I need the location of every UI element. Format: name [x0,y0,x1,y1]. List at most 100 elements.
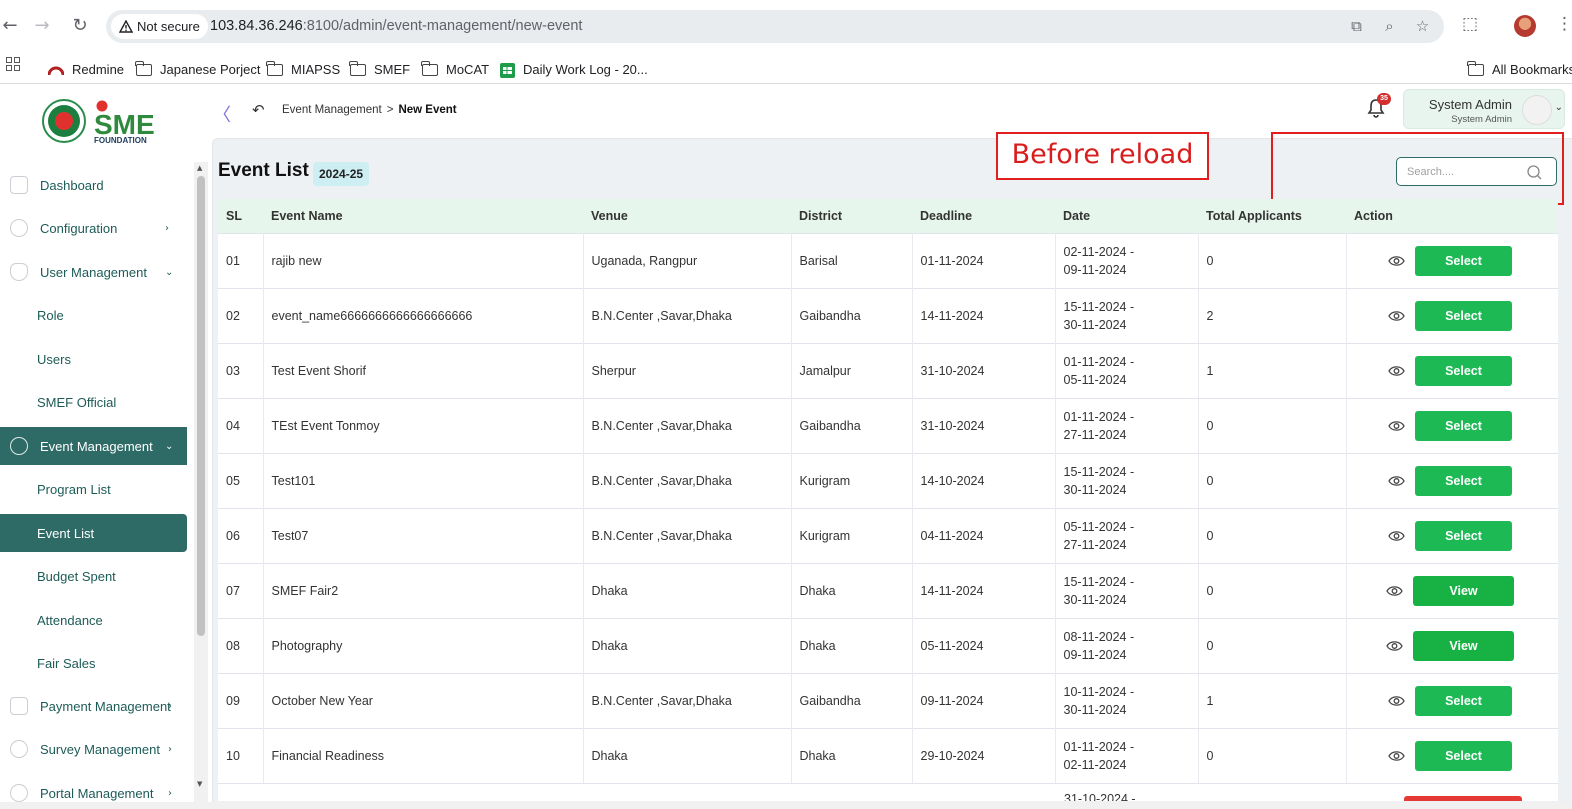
bookmark-smef[interactable]: SMEF [349,52,410,84]
bookmark-redmine[interactable]: Redmine [48,52,124,84]
sidebar-item-role[interactable]: Role [0,296,187,334]
logo-subtext: FOUNDATION [94,136,147,145]
bookmark-miapss[interactable]: MIAPSS [266,52,340,84]
cell-deadline: 14-10-2024 [912,452,1056,508]
cell-venue: Dhaka [583,727,792,783]
translate-icon[interactable]: ⧉ [1347,17,1366,36]
eye-icon[interactable] [1388,530,1405,542]
search-box[interactable] [1396,157,1557,186]
user-menu[interactable]: System Admin System Admin ⌄ [1403,89,1565,129]
all-bookmarks-label: All Bookmarks [1492,62,1572,77]
bookmark-label: Redmine [72,62,125,77]
sidebar-item-user-management[interactable]: User Management ⌄ [0,253,187,291]
cell-action: Select [1346,232,1558,288]
eye-icon[interactable] [1388,695,1405,707]
sidebar-item-payment-management[interactable]: Payment Management › [0,687,187,725]
address-bar[interactable]: Not secure 103.84.36.246:8100/admin/even… [106,10,1444,43]
cell-deadline: 01-11-2024 [912,232,1056,288]
date-start: 05-11-2024 - [1063,519,1135,534]
cell-event-name: Test Event Shorif [263,342,584,398]
forward-arrow-icon[interactable]: → [32,16,52,36]
column-header-deadline: Deadline [912,199,1055,233]
action-button-partial[interactable] [1404,796,1522,801]
scroll-up-icon[interactable]: ▲ [197,164,202,172]
eye-icon[interactable] [1388,475,1405,487]
column-header-event-name: Event Name [263,199,583,233]
eye-icon[interactable] [1388,365,1405,377]
sidebar-item-fair-sales[interactable]: Fair Sales [0,644,187,682]
eye-icon[interactable] [1388,420,1405,432]
star-icon[interactable]: ☆ [1413,17,1432,36]
cell-total-applicants: 1 [1198,342,1347,398]
bookmark-daily-work-log[interactable]: Daily Work Log - 20... [500,52,648,84]
bookmark-japanese-porject[interactable]: Japanese Porject [135,52,260,84]
eye-icon[interactable] [1386,585,1403,597]
cell-deadline: 14-11-2024 [912,287,1056,343]
sidebar-item-event-list[interactable]: Event List [0,514,187,552]
table-row-partial: 31-10-2024 - [218,783,1558,801]
profile-avatar[interactable] [1514,15,1536,37]
cell-sl: 10 [218,727,264,783]
back-arrow-icon[interactable]: ← [0,16,20,36]
eye-icon[interactable] [1388,310,1405,322]
cell-total-applicants: 0 [1198,507,1347,563]
sidebar-item-configuration[interactable]: Configuration › [0,209,187,247]
eye-icon[interactable] [1388,750,1405,762]
cell-sl: 04 [218,397,264,453]
table-row: 06 Test07 B.N.Center ,Savar,Dhaka Kurigram 0… [218,507,1558,563]
view-button[interactable]: View [1413,630,1514,661]
breadcrumb-parent[interactable]: Event Management [282,104,382,116]
cell-deadline: 29-10-2024 [912,727,1056,783]
horizontal-scrollbar[interactable] [0,802,1572,809]
select-button[interactable]: Select [1415,245,1512,276]
date-start: 15-11-2024 - [1063,299,1135,314]
folder-icon [266,61,283,76]
search-icon[interactable] [1526,164,1543,181]
cell-total-applicants: 0 [1198,452,1347,508]
sidebar-item-dashboard[interactable]: Dashboard [0,166,187,204]
sidebar-collapse-icon[interactable]: 〈 [213,101,231,127]
url-text[interactable]: 103.84.36.246:8100/admin/event-managemen… [210,10,582,43]
select-button[interactable]: Select [1415,300,1512,331]
sidebar-scrollbar[interactable]: ▲ ▼ [194,162,208,802]
apps-grid-icon[interactable] [6,57,20,71]
reload-icon[interactable]: ↻ [70,16,90,36]
select-button[interactable]: Select [1415,520,1512,551]
sidebar-item-portal-management[interactable]: Portal Management › [0,774,187,802]
browser-toolbar: ← → ↻ Not secure 103.84.36.246:8100/admi… [0,0,1572,52]
select-button[interactable]: Select [1415,410,1512,441]
back-icon[interactable]: ↶ [252,101,265,119]
sidebar-item-attendance[interactable]: Attendance [0,601,187,639]
cell-sl: 03 [218,342,264,398]
search-input[interactable] [1407,164,1522,180]
bookmarks-bar: Redmine Japanese Porject MIAPSS SMEF MoC… [0,52,1572,84]
chevron-down-icon: ⌄ [165,440,174,452]
cell-date: 01-11-2024 - 05-11-2024 [1055,342,1199,398]
sidebar-item-users[interactable]: Users [0,340,187,378]
sme-foundation-logo[interactable]: SME FOUNDATION [42,98,156,146]
bookmark-mocat[interactable]: MoCAT [421,52,489,84]
menu-dots-icon[interactable]: ⋮ [1556,14,1572,34]
select-button[interactable]: Select [1415,740,1512,771]
view-button[interactable]: View [1413,575,1514,606]
select-button[interactable]: Select [1415,465,1512,496]
sidebar-item-budget-spent[interactable]: Budget Spent [0,557,187,595]
scroll-thumb[interactable] [197,176,205,636]
select-button[interactable]: Select [1415,355,1512,386]
eye-icon[interactable] [1386,640,1403,652]
zoom-icon[interactable]: ⌕ [1380,17,1399,36]
eye-icon[interactable] [1388,255,1405,267]
select-button[interactable]: Select [1415,685,1512,716]
all-bookmarks[interactable]: All Bookmarks [1467,52,1572,84]
security-chip[interactable]: Not secure [111,14,208,39]
cell-event-name: event_name6666666666666666666 [263,287,584,343]
column-header-venue: Venue [583,199,791,233]
extensions-icon[interactable]: ⬚ [1462,14,1478,34]
sidebar-item-program-list[interactable]: Program List [0,470,187,508]
sidebar-item-label: Users [37,351,71,367]
sidebar-item-event-management[interactable]: Event Management ⌄ [0,427,187,465]
chevron-right-icon: › [168,700,172,712]
sidebar-item-smef-official[interactable]: SMEF Official [0,383,187,421]
scroll-down-icon[interactable]: ▼ [197,780,202,788]
sidebar-item-survey-management[interactable]: Survey Management › [0,730,187,768]
